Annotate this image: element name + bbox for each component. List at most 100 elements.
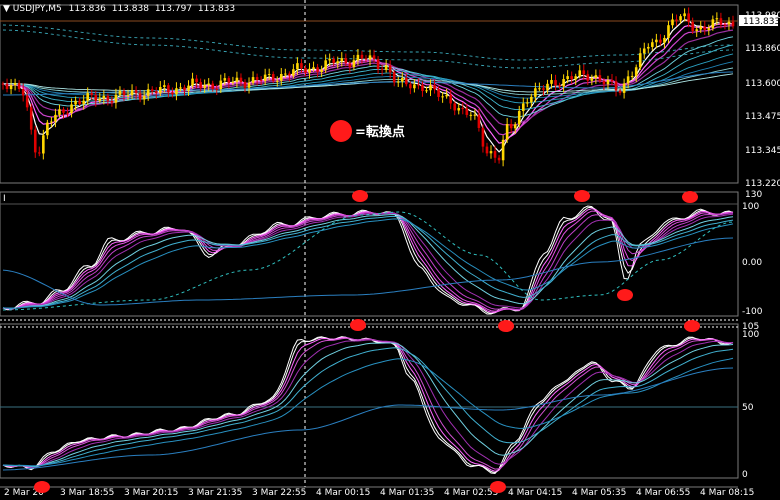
candle-body: [441, 96, 444, 98]
stochastic-tick: 50: [742, 403, 754, 413]
candle-body: [614, 81, 618, 91]
candle-body: [74, 100, 77, 105]
candle-body: [348, 63, 352, 68]
candle-body: [134, 90, 138, 94]
candle-body: [138, 93, 142, 100]
candle-body: [296, 63, 299, 70]
candle-body: [259, 79, 263, 81]
chart-symbol: USDJPY,M5: [13, 4, 62, 14]
candle-body: [9, 85, 13, 90]
candle-body: [54, 114, 57, 122]
candle-body: [594, 75, 598, 79]
time-label: 4 Mar 04:15: [508, 488, 562, 498]
candle-body: [509, 123, 513, 129]
candle-body: [590, 78, 594, 81]
candle-body: [50, 121, 53, 123]
candle-body: [158, 87, 162, 94]
time-label: 3 Mar 18:55: [60, 488, 114, 498]
candle-body: [642, 48, 646, 54]
candle-body: [703, 26, 707, 30]
candle-body: [630, 75, 634, 77]
candle-body: [485, 146, 489, 154]
turning-point-marker: [498, 320, 514, 332]
candle-body: [175, 88, 178, 95]
time-label: 4 Mar 01:35: [380, 488, 434, 498]
oscillator-tick: 0.00: [742, 258, 762, 268]
symbol-dropdown-icon[interactable]: ▼: [3, 4, 13, 14]
candle-body: [154, 91, 158, 94]
candle-body: [126, 95, 130, 97]
candle-body: [203, 85, 206, 88]
candle-body: [37, 152, 41, 154]
time-label: 4 Mar 02:55: [444, 488, 498, 498]
candle-body: [497, 157, 501, 161]
candle-body: [171, 92, 174, 95]
candle-body: [46, 122, 49, 136]
oscillator-tick: -100: [742, 307, 763, 317]
candle-body: [372, 55, 376, 60]
candle-body: [195, 78, 198, 83]
time-label: 3 Mar 22:55: [252, 488, 306, 498]
candle-body: [58, 109, 61, 115]
candle-body: [667, 25, 670, 38]
candle-body: [691, 21, 694, 31]
candle-body: [255, 77, 259, 80]
chart-header: ▼ USDJPY,M5 113.836 113.838 113.797 113.…: [3, 4, 235, 14]
candle-body: [279, 74, 283, 81]
candle-body: [300, 63, 303, 69]
stochastic-tick: 0: [742, 470, 748, 480]
candle-body: [267, 74, 271, 76]
candle-body: [183, 87, 186, 91]
candle-body: [530, 96, 533, 103]
turning-point-marker: [617, 289, 633, 301]
turning-point-marker: [34, 481, 50, 493]
candle-body: [473, 114, 477, 116]
candle-body: [146, 89, 150, 96]
turning-point-marker: [682, 191, 698, 203]
candle-body: [538, 88, 541, 90]
candle-body: [437, 89, 440, 97]
candle-body: [679, 16, 682, 21]
candle-body: [731, 21, 735, 27]
candle-body: [110, 100, 114, 103]
candle-body: [316, 67, 319, 72]
candle-body: [17, 83, 21, 89]
candle-body: [320, 69, 323, 72]
candle-body: [405, 78, 408, 85]
ohlc-low: 113.797: [155, 4, 192, 14]
candle-body: [191, 78, 194, 86]
candle-body: [215, 89, 219, 91]
candle-body: [179, 87, 182, 89]
candle-body: [534, 88, 537, 97]
candle-body: [562, 79, 565, 87]
candle-body: [13, 83, 17, 86]
candle-body: [384, 65, 388, 70]
candle-body: [521, 103, 525, 112]
candle-body: [638, 53, 642, 68]
candle-body: [114, 94, 118, 103]
candle-body: [570, 76, 573, 80]
candle-body: [380, 68, 384, 70]
candle-body: [413, 84, 416, 89]
candle-body: [606, 79, 610, 85]
candle-body: [388, 65, 392, 73]
stochastic-tick: 100: [742, 330, 759, 340]
candle-body: [651, 42, 654, 47]
candle-body: [626, 76, 630, 84]
candle-body: [340, 58, 344, 62]
candle-body: [723, 24, 727, 26]
candle-body: [400, 78, 404, 82]
candle-body: [542, 88, 545, 90]
candle-body: [517, 111, 521, 125]
candle-body: [199, 82, 202, 88]
ohlc-open: 113.836: [69, 4, 106, 14]
candle-body: [376, 59, 380, 69]
candle-body: [634, 67, 638, 76]
oscillator-panel-label: I: [3, 194, 6, 204]
candle-body: [707, 28, 711, 30]
candle-body: [501, 139, 505, 161]
candle-body: [142, 95, 146, 100]
candle-body: [21, 88, 25, 96]
turning-point-marker: [350, 319, 366, 331]
trading-chart[interactable]: ▼ USDJPY,M5 113.836 113.838 113.797 113.…: [0, 0, 780, 500]
